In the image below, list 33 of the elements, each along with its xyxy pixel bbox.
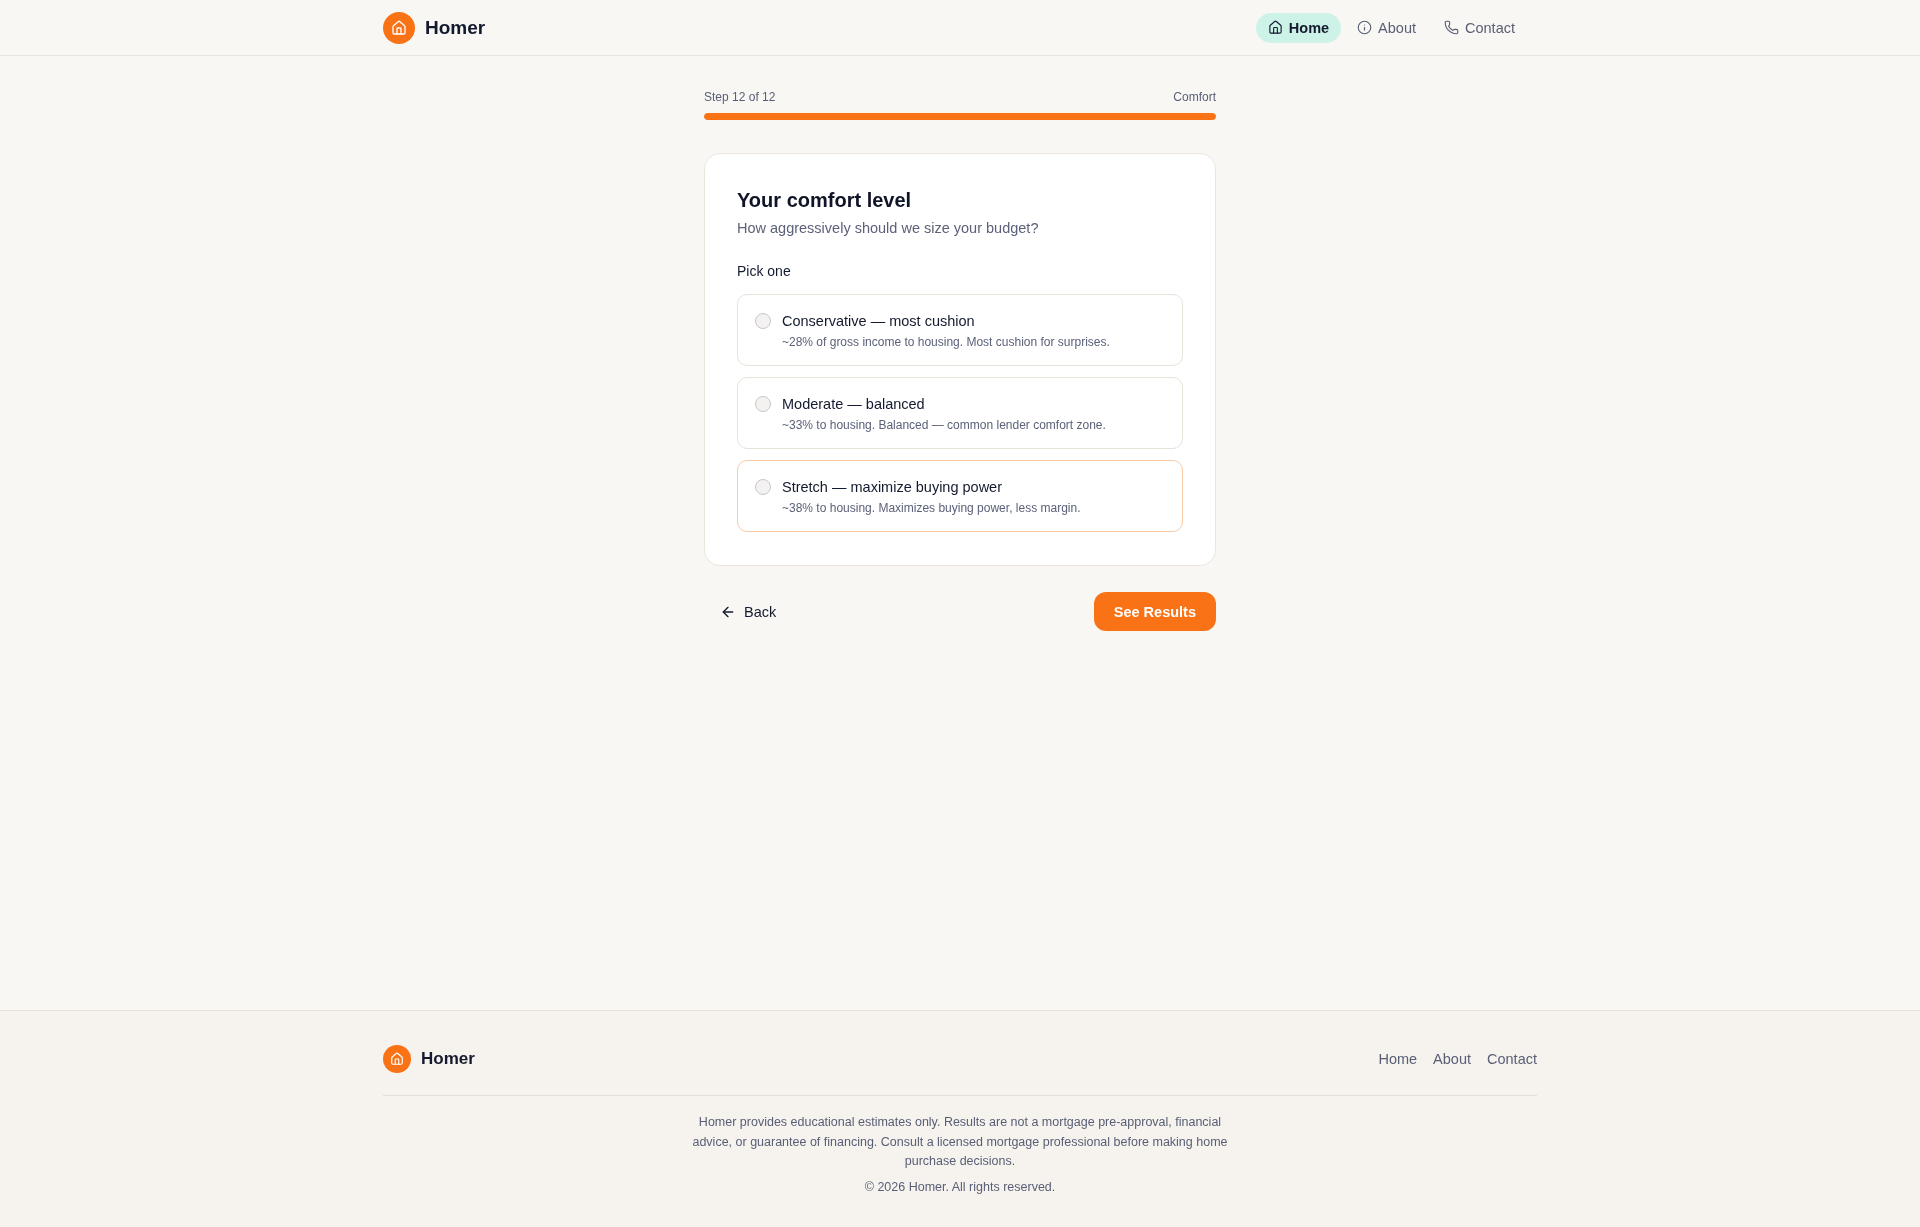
radio-icon[interactable] bbox=[755, 396, 771, 412]
copyright-text: © 2026 Homer. All rights reserved. bbox=[864, 1178, 1056, 1196]
option-title: Moderate — balanced bbox=[782, 395, 926, 414]
option-card[interactable]: Stretch — maximize buying power ~38% to housing. Maximizes buying power, less margin. bbox=[737, 460, 1183, 532]
question-subtitle: How aggressively should we size your budget? bbox=[737, 219, 1040, 238]
step-counter: Step 12 of 12 bbox=[704, 90, 776, 104]
section-label: Comfort bbox=[1173, 90, 1216, 104]
house-icon bbox=[1267, 20, 1283, 35]
nav-link[interactable]: Contact bbox=[1432, 12, 1527, 43]
disclaimer-text: Homer provides educational estimates only. Results are not a mortgage pre-approval, financial advice, or guarantee of financing. Consult a licensed mortgage professional before making home purchase decisions. bbox=[691, 1114, 1229, 1170]
option-description: ~28% of gross income to housing. Most cushion for surprises. bbox=[782, 334, 1110, 350]
radio-icon[interactable] bbox=[755, 479, 771, 495]
option-description: ~33% to housing. Balanced — common lender comfort zone. bbox=[782, 417, 1106, 433]
phone-icon bbox=[1444, 20, 1459, 35]
option-title: Conservative — most cushion bbox=[782, 312, 976, 331]
pick-prompt: Pick one bbox=[737, 262, 792, 281]
nav-link[interactable]: Home bbox=[1255, 12, 1342, 43]
brand-name: Homer bbox=[425, 16, 486, 39]
brand-name: Homer bbox=[421, 1049, 475, 1069]
option-title: Stretch — maximize buying power bbox=[782, 478, 1003, 497]
radio-icon[interactable] bbox=[755, 313, 771, 329]
option-card[interactable]: Conservative — most cushion ~28% of gross income to housing. Most cushion for surprises. bbox=[737, 294, 1183, 366]
house-logo-icon bbox=[383, 1045, 411, 1073]
back-button[interactable]: Back bbox=[704, 593, 793, 630]
option-description: ~38% to housing. Maximizes buying power, less margin. bbox=[782, 500, 1081, 516]
footer-link[interactable]: Home bbox=[1378, 1051, 1418, 1067]
footer-link[interactable]: Contact bbox=[1487, 1051, 1537, 1067]
info-icon bbox=[1357, 20, 1373, 35]
house-logo-icon bbox=[383, 11, 415, 44]
footer-link[interactable]: About bbox=[1433, 1051, 1471, 1067]
nav-link[interactable]: About bbox=[1345, 12, 1428, 43]
question-title: Your comfort level bbox=[737, 188, 913, 213]
option-card[interactable]: Moderate — balanced ~33% to housing. Balanced — common lender comfort zone. bbox=[737, 377, 1183, 449]
